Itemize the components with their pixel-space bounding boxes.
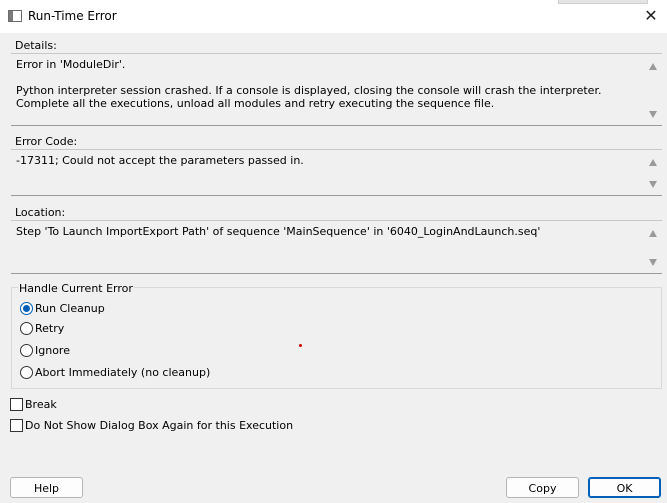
radio-button[interactable] (20, 322, 33, 335)
copy-button[interactable]: Copy (506, 477, 579, 498)
radio-ignore[interactable]: Ignore (20, 344, 70, 357)
app-window-icon (8, 10, 22, 22)
location-textbox[interactable]: Step 'To Launch ImportExport Path' of se… (11, 220, 662, 274)
scroll-down-arrow-icon[interactable] (649, 259, 657, 266)
radio-retry[interactable]: Retry (20, 322, 64, 335)
cursor-dot (299, 344, 302, 347)
break-checkbox[interactable] (10, 398, 23, 411)
ok-button[interactable]: OK (588, 477, 661, 498)
scroll-up-arrow-icon[interactable] (649, 63, 657, 70)
group-title: Handle Current Error (18, 282, 134, 295)
window-title: Run-Time Error (28, 9, 117, 23)
scroll-up-arrow-icon[interactable] (649, 159, 657, 166)
location-label: Location: (15, 206, 66, 219)
radio-label: Abort Immediately (no cleanup) (35, 366, 211, 379)
radio-button[interactable] (20, 344, 33, 357)
help-button[interactable]: Help (10, 477, 83, 498)
close-button[interactable]: ✕ (637, 3, 665, 29)
radio-label: Retry (35, 322, 65, 335)
details-label: Details: (15, 39, 57, 52)
location-text: Step 'To Launch ImportExport Path' of se… (16, 225, 541, 238)
title-bar: Run-Time Error ✕ (0, 0, 667, 33)
do-not-show-checkbox-row[interactable]: Do Not Show Dialog Box Again for this Ex… (10, 419, 293, 432)
scroll-down-arrow-icon[interactable] (649, 181, 657, 188)
error-code-textbox[interactable]: -17311; Could not accept the parameters … (11, 149, 662, 196)
background-window-edge (558, 0, 648, 4)
details-textbox[interactable]: Error in 'ModuleDir'. Python interpreter… (11, 53, 662, 126)
checkbox-label: Break (25, 398, 57, 411)
scroll-down-arrow-icon[interactable] (649, 111, 657, 118)
radio-button-selected[interactable] (20, 302, 33, 315)
details-text: Error in 'ModuleDir'. Python interpreter… (16, 58, 602, 110)
break-checkbox-row[interactable]: Break (10, 398, 57, 411)
radio-button[interactable] (20, 366, 33, 379)
error-code-label: Error Code: (15, 135, 78, 148)
radio-label: Run Cleanup (35, 302, 105, 315)
handle-current-error-group: Handle Current Error Run Cleanup Retry I… (11, 282, 662, 389)
radio-abort-immediately[interactable]: Abort Immediately (no cleanup) (20, 366, 210, 379)
scroll-up-arrow-icon[interactable] (649, 230, 657, 237)
radio-run-cleanup[interactable]: Run Cleanup (20, 302, 105, 315)
do-not-show-checkbox[interactable] (10, 419, 23, 432)
checkbox-label: Do Not Show Dialog Box Again for this Ex… (25, 419, 294, 432)
radio-label: Ignore (35, 344, 70, 357)
error-code-text: -17311; Could not accept the parameters … (16, 154, 304, 167)
